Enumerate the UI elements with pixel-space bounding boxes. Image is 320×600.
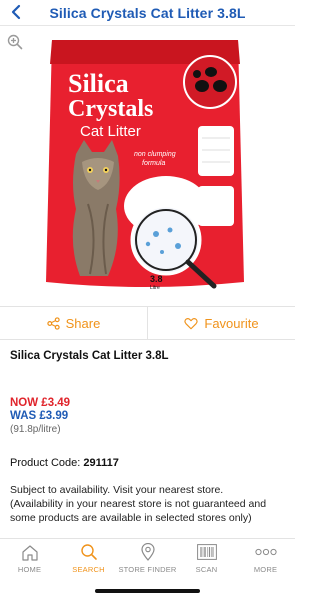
map-pin-icon	[140, 543, 155, 561]
availability-line1: Subject to availability. Visit your near…	[10, 484, 224, 496]
tab-store-finder-label: STORE FINDER	[118, 565, 177, 574]
product-code-label: Product Code:	[10, 457, 81, 469]
was-price: WAS £3.99	[10, 410, 69, 422]
favourite-label: Favourite	[204, 315, 259, 331]
tab-store-finder[interactable]: STORE FINDER	[118, 539, 177, 578]
bag-brand-line1: Silica	[68, 69, 129, 98]
heart-icon	[184, 317, 199, 329]
favourite-button[interactable]: Favourite	[147, 307, 295, 339]
tab-more[interactable]: MORE	[236, 539, 295, 578]
bag-volume: 3.8	[150, 274, 163, 284]
home-icon	[21, 544, 38, 561]
share-icon	[46, 316, 60, 330]
now-price: NOW £3.49	[10, 397, 71, 409]
share-label: Share	[65, 315, 101, 331]
bag-tagline-line1: non clumping	[134, 151, 176, 158]
availability-text: Subject to availability. Visit your near…	[10, 483, 288, 525]
tab-search-label: SEARCH	[72, 565, 105, 574]
bottom-tab-bar: HOME SEARCH STORE FINDER SCAN MORE	[0, 538, 295, 578]
zoom-in-icon	[7, 34, 23, 50]
chevron-left-icon	[11, 4, 21, 20]
action-row: Share Favourite	[0, 306, 295, 340]
product-code: Product Code: 291117	[10, 457, 119, 469]
home-indicator	[95, 589, 200, 593]
tab-home-label: HOME	[17, 565, 42, 574]
unit-price: (91.8p/litre)	[10, 424, 61, 435]
back-button[interactable]	[6, 2, 26, 22]
tab-more-label: MORE	[253, 565, 278, 574]
product-name: Silica Crystals Cat Litter 3.8L	[10, 350, 169, 362]
more-dots-icon	[254, 548, 277, 556]
zoom-button[interactable]	[7, 34, 23, 50]
tab-search[interactable]: SEARCH	[59, 539, 118, 578]
bag-brand-line3: Cat Litter	[80, 123, 141, 140]
product-image[interactable]: Silica Crystals Cat Litter non clumping …	[38, 34, 252, 292]
search-icon	[80, 544, 97, 560]
cat-litter-bag-image: Silica Crystals Cat Litter non clumping …	[46, 40, 244, 291]
bag-volume-unit: Litre	[150, 285, 160, 291]
availability-line2: (Availability in your nearest store is n…	[10, 498, 267, 524]
bag-brand-line2: Crystals	[68, 96, 153, 122]
top-nav-bar: Silica Crystals Cat Litter 3.8L	[0, 0, 295, 26]
share-button[interactable]: Share	[0, 307, 147, 339]
tab-home[interactable]: HOME	[0, 539, 59, 578]
barcode-icon	[196, 544, 217, 560]
bag-tagline-line2: formula	[142, 160, 165, 167]
tab-scan-label: SCAN	[195, 565, 218, 574]
tab-scan[interactable]: SCAN	[177, 539, 236, 578]
page-title: Silica Crystals Cat Litter 3.8L	[49, 4, 246, 21]
product-code-value: 291117	[83, 457, 119, 469]
